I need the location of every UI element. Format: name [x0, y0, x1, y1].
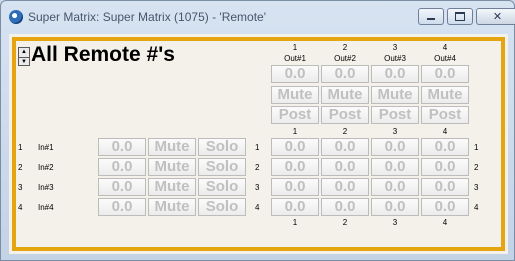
output-number-bottom: 2 — [342, 218, 348, 227]
input-number-mid: 4 — [255, 203, 260, 212]
minimize-icon — [427, 18, 435, 20]
output-level-field[interactable]: 0.0 — [371, 65, 419, 83]
matrix-panel: ▲ ▼ All Remote #'s 1 Out#1 0.0 Mute Post 1 1 2 O… — [9, 34, 508, 254]
input-mute-button[interactable]: Mute — [148, 178, 196, 196]
input-solo-button[interactable]: Solo — [198, 138, 246, 156]
spinner-down-icon[interactable]: ▼ — [19, 58, 29, 67]
crosspoint-level-field[interactable]: 0.0 — [271, 138, 319, 156]
maximize-icon — [455, 12, 465, 21]
output-number-top: 3 — [392, 43, 398, 52]
input-mute-button[interactable]: Mute — [148, 138, 196, 156]
output-number-mid: 4 — [442, 127, 448, 136]
remote-spinner[interactable]: ▲ ▼ — [18, 47, 30, 66]
output-mute-button[interactable]: Mute — [371, 86, 419, 104]
input-name: In#3 — [38, 183, 54, 192]
output-number-top: 4 — [442, 43, 448, 52]
input-number-right: 3 — [474, 183, 479, 192]
input-number-right: 1 — [474, 143, 479, 152]
output-number-top: 1 — [292, 43, 298, 52]
app-icon — [9, 10, 23, 24]
output-name: Out#2 — [334, 54, 356, 63]
title-bar[interactable]: Super Matrix: Super Matrix (1075) - 'Rem… — [1, 1, 515, 33]
output-number-bottom: 3 — [392, 218, 398, 227]
page-title: All Remote #'s — [31, 43, 175, 66]
output-post-button[interactable]: Post — [371, 106, 419, 124]
output-number-mid: 3 — [392, 127, 398, 136]
minimize-button[interactable] — [418, 8, 444, 25]
input-name: In#1 — [38, 143, 54, 152]
output-number-bottom: 4 — [442, 218, 448, 227]
output-post-button[interactable]: Post — [321, 106, 369, 124]
input-name: In#4 — [38, 203, 54, 212]
output-number-mid: 1 — [292, 127, 298, 136]
input-solo-button[interactable]: Solo — [198, 198, 246, 216]
input-level-field[interactable]: 0.0 — [98, 158, 146, 176]
crosspoint-level-field[interactable]: 0.0 — [421, 158, 469, 176]
input-number-left: 1 — [18, 143, 23, 152]
output-name: Out#3 — [384, 54, 406, 63]
output-mute-button[interactable]: Mute — [421, 86, 469, 104]
app-window: Super Matrix: Super Matrix (1075) - 'Rem… — [0, 0, 515, 261]
input-number-left: 4 — [18, 203, 23, 212]
close-icon: ✕ — [492, 11, 503, 23]
input-number-right: 4 — [474, 203, 479, 212]
input-number-mid: 3 — [255, 183, 260, 192]
input-number-mid: 1 — [255, 143, 260, 152]
crosspoint-level-field[interactable]: 0.0 — [421, 178, 469, 196]
crosspoint-level-field[interactable]: 0.0 — [371, 198, 419, 216]
input-solo-button[interactable]: Solo — [198, 178, 246, 196]
crosspoint-level-field[interactable]: 0.0 — [321, 198, 369, 216]
crosspoint-level-field[interactable]: 0.0 — [421, 198, 469, 216]
output-level-field[interactable]: 0.0 — [321, 65, 369, 83]
output-post-button[interactable]: Post — [271, 106, 319, 124]
crosspoint-level-field[interactable]: 0.0 — [271, 158, 319, 176]
crosspoint-level-field[interactable]: 0.0 — [371, 178, 419, 196]
input-number-mid: 2 — [255, 163, 260, 172]
crosspoint-level-field[interactable]: 0.0 — [421, 138, 469, 156]
output-post-button[interactable]: Post — [421, 106, 469, 124]
output-level-field[interactable]: 0.0 — [421, 65, 469, 83]
crosspoint-level-field[interactable]: 0.0 — [321, 138, 369, 156]
output-number-mid: 2 — [342, 127, 348, 136]
output-name: Out#4 — [434, 54, 456, 63]
crosspoint-level-field[interactable]: 0.0 — [321, 158, 369, 176]
input-solo-button[interactable]: Solo — [198, 158, 246, 176]
input-level-field[interactable]: 0.0 — [98, 198, 146, 216]
maximize-button[interactable] — [447, 8, 473, 25]
crosspoint-level-field[interactable]: 0.0 — [271, 178, 319, 196]
input-level-field[interactable]: 0.0 — [98, 138, 146, 156]
input-name: In#2 — [38, 163, 54, 172]
input-number-left: 3 — [18, 183, 23, 192]
output-name: Out#1 — [284, 54, 306, 63]
crosspoint-level-field[interactable]: 0.0 — [371, 158, 419, 176]
output-number-bottom: 1 — [292, 218, 298, 227]
output-mute-button[interactable]: Mute — [271, 86, 319, 104]
window-title: Super Matrix: Super Matrix (1075) - 'Rem… — [28, 10, 266, 24]
input-mute-button[interactable]: Mute — [148, 158, 196, 176]
crosspoint-level-field[interactable]: 0.0 — [371, 138, 419, 156]
output-number-top: 2 — [342, 43, 348, 52]
close-button[interactable]: ✕ — [476, 8, 515, 25]
spinner-up-icon[interactable]: ▲ — [19, 48, 29, 58]
input-mute-button[interactable]: Mute — [148, 198, 196, 216]
input-number-left: 2 — [18, 163, 23, 172]
output-mute-button[interactable]: Mute — [321, 86, 369, 104]
input-level-field[interactable]: 0.0 — [98, 178, 146, 196]
crosspoint-level-field[interactable]: 0.0 — [321, 178, 369, 196]
input-number-right: 2 — [474, 163, 479, 172]
output-level-field[interactable]: 0.0 — [271, 65, 319, 83]
crosspoint-level-field[interactable]: 0.0 — [271, 198, 319, 216]
